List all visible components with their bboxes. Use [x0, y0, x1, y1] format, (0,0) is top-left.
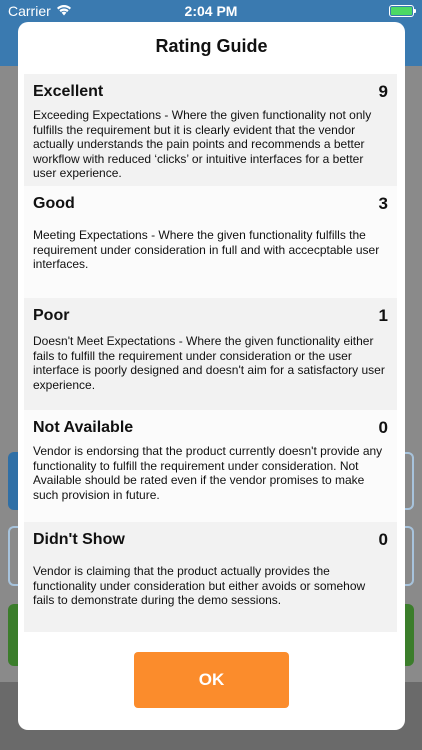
rating-score: 1	[378, 306, 388, 325]
status-right	[389, 5, 416, 17]
rating-score: 0	[378, 530, 388, 549]
rating-description: Vendor is endorsing that the product cur…	[33, 444, 383, 502]
battery-fill	[391, 7, 412, 15]
wifi-icon	[56, 3, 72, 19]
rating-description: Doesn't Meet Expectations - Where the gi…	[33, 334, 385, 392]
battery-icon	[389, 5, 416, 17]
carrier-label: Carrier	[8, 3, 51, 19]
rating-name: Not Available	[33, 419, 134, 436]
rating-item-excellent: Excellent 9 Exceeding Expectations - Whe…	[24, 74, 397, 186]
modal-title: Rating Guide	[155, 36, 268, 56]
rating-score: 0	[378, 418, 388, 437]
rating-name: Good	[33, 195, 75, 212]
rating-name: Poor	[33, 307, 70, 324]
rating-score: 3	[378, 194, 388, 213]
rating-header: Poor 1	[33, 306, 388, 326]
ok-button[interactable]: OK	[134, 652, 289, 708]
rating-header: Good 3	[33, 194, 388, 214]
rating-description: Vendor is claiming that the product actu…	[33, 564, 366, 607]
rating-description: Meeting Expectations - Where the given f…	[33, 228, 380, 271]
rating-name: Didn't Show	[33, 531, 125, 548]
rating-score: 9	[378, 82, 388, 101]
rating-list: Excellent 9 Exceeding Expectations - Whe…	[24, 74, 397, 632]
status-left: Carrier	[8, 3, 72, 19]
rating-item-didnt-show: Didn't Show 0 Vendor is claiming that th…	[24, 522, 397, 632]
rating-name: Excellent	[33, 83, 104, 100]
rating-guide-modal: Rating Guide Excellent 9 Exceeding Expec…	[18, 22, 405, 730]
rating-item-poor: Poor 1 Doesn't Meet Expectations - Where…	[24, 298, 397, 410]
status-bar: Carrier 2:04 PM	[0, 0, 422, 22]
rating-item-good: Good 3 Meeting Expectations - Where the …	[24, 186, 397, 298]
rating-header: Excellent 9	[33, 82, 388, 102]
rating-header: Not Available 0	[33, 418, 388, 438]
rating-item-not-available: Not Available 0 Vendor is endorsing that…	[24, 410, 397, 522]
rating-description: Exceeding Expectations - Where the given…	[33, 108, 372, 180]
rating-header: Didn't Show 0	[33, 530, 388, 550]
